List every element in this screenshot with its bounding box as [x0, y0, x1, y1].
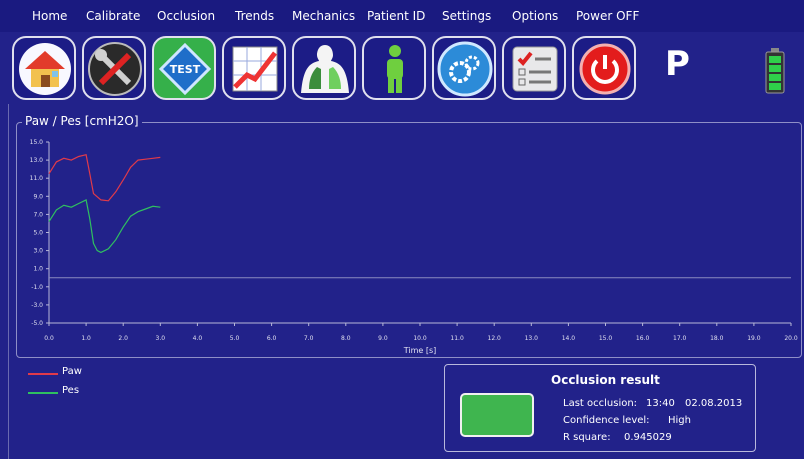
- legend-paw-label: Paw: [62, 366, 82, 377]
- x-tick-label: 16.0: [636, 335, 650, 342]
- confidence-label: Confidence level:: [563, 415, 650, 426]
- occlusion-result-title: Occlusion result: [551, 373, 660, 387]
- confidence-value: High: [668, 415, 691, 426]
- x-tick-label: 0.0: [44, 335, 54, 342]
- rsquare-value: 0.945029: [624, 432, 672, 443]
- x-tick-label: 17.0: [673, 335, 687, 342]
- legend-pes-swatch: [28, 392, 58, 394]
- last-occlusion-time: 13:40: [646, 398, 675, 409]
- x-tick-label: 14.0: [562, 335, 576, 342]
- legend-paw-swatch: [28, 373, 58, 375]
- x-tick-label: 9.0: [378, 335, 388, 342]
- occlusion-status-indicator: [460, 393, 534, 437]
- legend-pes-label: Pes: [62, 385, 80, 396]
- y-tick-label: 1.0: [33, 266, 43, 273]
- y-tick-label: 3.0: [33, 248, 43, 255]
- y-tick-label: 13.0: [30, 157, 44, 164]
- x-tick-label: 15.0: [599, 335, 613, 342]
- x-tick-label: 13.0: [525, 335, 539, 342]
- x-tick-label: 12.0: [488, 335, 502, 342]
- series-line-paw: [48, 153, 161, 202]
- y-tick-label: -1.0: [31, 284, 43, 291]
- x-tick-label: 20.0: [784, 335, 798, 342]
- y-tick-label: 11.0: [30, 175, 44, 182]
- y-tick-label: 15.0: [30, 139, 44, 146]
- y-tick-label: -5.0: [31, 320, 43, 327]
- x-tick-label: 8.0: [341, 335, 351, 342]
- x-tick-label: 1.0: [81, 335, 91, 342]
- x-tick-label: 6.0: [267, 335, 277, 342]
- x-tick-label: 11.0: [450, 335, 464, 342]
- y-tick-label: 5.0: [33, 230, 43, 237]
- series-line-pes: [48, 199, 161, 254]
- y-tick-label: 7.0: [33, 211, 43, 218]
- x-tick-label: 18.0: [710, 335, 724, 342]
- x-tick-label: 5.0: [230, 335, 240, 342]
- x-tick-label: 3.0: [156, 335, 166, 342]
- y-tick-label: -3.0: [31, 302, 43, 309]
- y-tick-label: 9.0: [33, 193, 43, 200]
- last-occlusion-date: 02.08.2013: [685, 398, 743, 409]
- x-axis-label: Time [s]: [403, 346, 437, 355]
- x-tick-label: 2.0: [118, 335, 128, 342]
- x-tick-label: 7.0: [304, 335, 314, 342]
- x-tick-label: 10.0: [413, 335, 427, 342]
- last-occlusion-label: Last occlusion:: [563, 398, 638, 409]
- x-tick-label: 19.0: [747, 335, 761, 342]
- rsquare-label: R square:: [563, 432, 611, 443]
- x-tick-label: 4.0: [193, 335, 203, 342]
